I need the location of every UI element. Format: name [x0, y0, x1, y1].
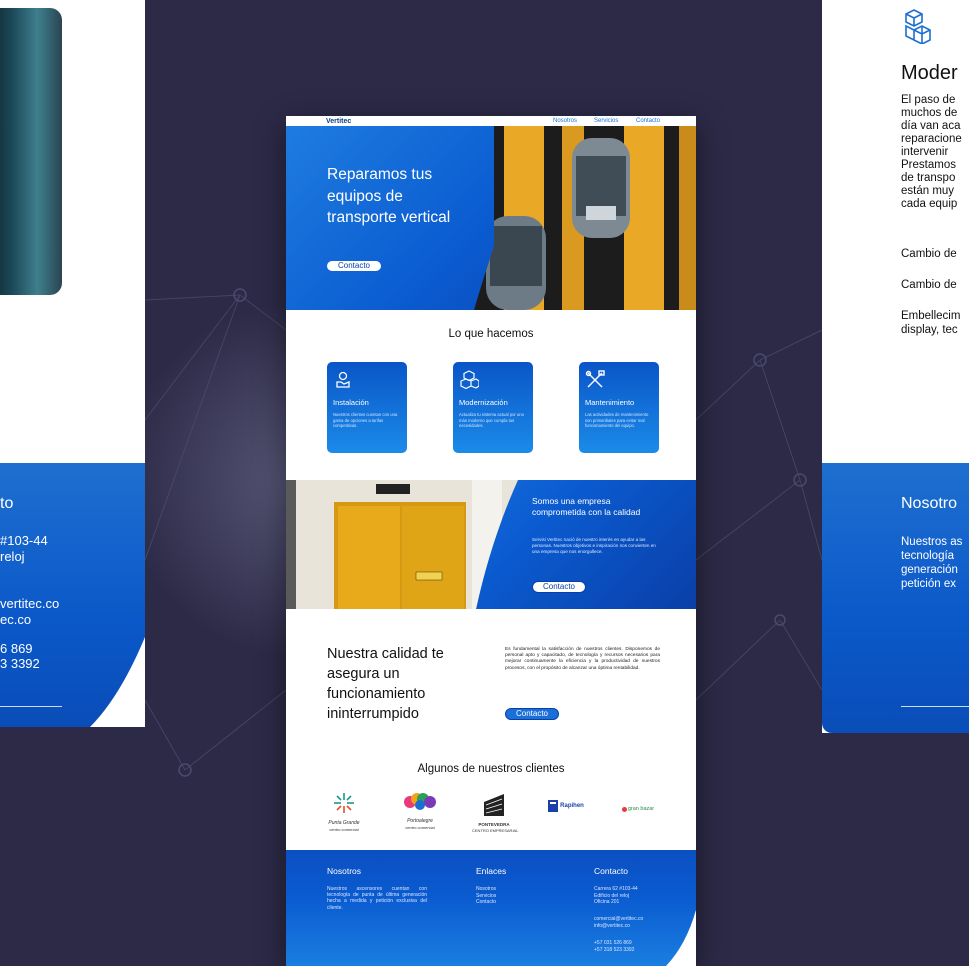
right-preview-paragraph-line: están muy [901, 185, 955, 197]
quality-title: Nuestra calidad te asegura un funcionami… [327, 646, 444, 722]
hero-elevator-image [474, 126, 696, 310]
right-preview-paragraph-line: día van aca [901, 120, 961, 132]
footer-phone-2: +57 318 523 3392 [594, 946, 635, 953]
client-name: Portoalegre [407, 818, 433, 824]
right-preview-footer-line: generación [901, 564, 958, 576]
left-preview-heading: to [0, 495, 14, 512]
footer-link-contacto[interactable]: Contacto [476, 899, 496, 905]
right-preview-item-4: display, tec [901, 324, 958, 336]
sunburst-icon [334, 793, 354, 813]
footer-address-2: Edificio del reloj [594, 892, 630, 899]
right-preview-paragraph-line: cada equip [901, 198, 958, 210]
rapihen-mark-icon [548, 800, 559, 812]
nav-link-contacto[interactable]: Contacto [636, 118, 660, 124]
service-card-modernizacion[interactable]: Modernización Actualiza tu sistema actua… [453, 362, 533, 453]
card-description: Actualiza tu sistema actual por uno más … [459, 412, 524, 429]
footer-email-1[interactable]: comercial@vertitec.co [594, 916, 643, 922]
right-preview-footer-heading: Nosotro [901, 495, 958, 512]
left-preview-photo [0, 8, 62, 295]
client-subtitle: CENTRO EMPRESARIAL [472, 828, 519, 833]
site-footer: Nosotros Nuestros ascensores cuentan con… [286, 850, 696, 966]
footer-about-heading: Nosotros [327, 866, 362, 876]
footer-curve-decoration [90, 637, 145, 727]
services-title: Lo que hacemos [448, 328, 534, 340]
website-mockup: Vertitec Nosotros Servicios Contacto Rep… [286, 116, 696, 966]
footer-contact-heading: Contacto [594, 866, 629, 876]
boxes-icon [905, 9, 931, 44]
card-title: Mantenimiento [585, 398, 635, 407]
card-description: Nuestros clientes cuentan con una gama d… [333, 412, 398, 429]
right-preview-footer-line: tecnología [901, 550, 955, 562]
right-preview-heading: Moder [901, 62, 958, 84]
right-preview-item-3: Embellecim [901, 310, 961, 322]
right-preview-footer-line: petición ex [901, 578, 956, 590]
elevator-doors-image [286, 480, 518, 609]
right-preview-paragraph-line: El paso de [901, 94, 956, 106]
footer-address-1: Carrera 62 #103-44 [594, 886, 638, 892]
bazar-dot-icon [621, 806, 627, 812]
flower-icon [404, 793, 436, 810]
client-name: Punta Grande [328, 820, 360, 826]
right-preview-paragraph-line: reparacione [901, 133, 962, 145]
nav-link-servicios[interactable]: Servicios [594, 118, 618, 124]
client-subtitle: centro comercial [405, 825, 435, 830]
client-name: Rapihen [560, 803, 584, 809]
left-preview-address-1: #103-44 [0, 533, 48, 548]
boxes-icon [460, 370, 479, 390]
card-title: Instalación [333, 398, 369, 407]
right-preview-paragraph-line: Prestamos [901, 159, 956, 171]
clients-title: Algunos de nuestros clientes [417, 763, 565, 775]
left-preview-phone-2: 3 3392 [0, 656, 40, 671]
footer-address-3: Oficina 201 [594, 899, 620, 905]
quality-contact-button[interactable]: Contacto [505, 708, 559, 720]
company-text: Servisi Vertitec nació de nuestro interé… [532, 537, 656, 555]
right-preview-footer-line: Nuestros as [901, 536, 963, 548]
footer-about-text: Nuestros ascensores cuentan con tecnolog… [327, 886, 427, 911]
building-icon [484, 794, 504, 816]
client-subtitle: centro comercial [329, 827, 359, 832]
left-preview-address-2: reloj [0, 549, 25, 564]
right-preview-divider [901, 706, 969, 707]
hero-contact-button[interactable]: Contacto [327, 261, 381, 271]
logo[interactable]: Vertitec [326, 118, 351, 125]
service-card-mantenimiento[interactable]: Mantenimiento Las actividades de manteni… [579, 362, 659, 453]
client-name: gran bazar [627, 806, 655, 812]
left-preview-phone-1: 6 869 [0, 641, 33, 656]
company-contact-button[interactable]: Contacto [532, 581, 586, 593]
footer-link-servicios[interactable]: Servicios [476, 893, 496, 899]
footer-email-2[interactable]: info@vertitec.co [594, 923, 630, 929]
right-preview-paragraph-line: muchos de [901, 107, 958, 119]
client-logo-portoalegre: Portoalegre centro comercial [398, 792, 442, 830]
right-page-preview: Moder El paso de muchos de día van aca repa… [822, 0, 969, 733]
footer-link-nosotros[interactable]: Nosotros [476, 886, 496, 892]
client-logo-pontevedra: PONTEVEDRA CENTRO EMPRESARIAL [472, 792, 519, 833]
client-logo-rapihen: Rapihen [544, 800, 588, 812]
quality-text: Es fundamental la satisfacción de nuestr… [505, 647, 660, 671]
footer-links-heading: Enlaces [476, 866, 507, 876]
card-title: Modernización [459, 398, 508, 407]
nav-link-nosotros[interactable]: Nosotros [553, 118, 577, 124]
client-name: PONTEVEDRA [478, 822, 510, 827]
right-preview-footer-text: Nuestros as tecnología generación petición … [901, 535, 962, 591]
service-card-instalacion[interactable]: Instalación Nuestros clientes cuentan co… [327, 362, 407, 453]
left-preview-divider [0, 706, 62, 707]
client-logo-gran-bazar: gran bazar [616, 806, 660, 812]
right-preview-footer: Nosotro Nuestros as tecnología generación p… [822, 463, 969, 733]
hero-title: Reparamos tus equipos de transporte vert… [327, 166, 451, 226]
right-preview-paragraph-line: intervenir [901, 146, 949, 158]
right-preview-paragraph: El paso de muchos de día van aca reparacion… [901, 94, 962, 211]
footer-phone-1: +57 031 526 869 [594, 940, 632, 946]
left-page-preview: to #103-44 reloj vertitec.co ec.co 6 869… [0, 0, 145, 727]
right-preview-item-2: Cambio de [901, 279, 957, 291]
card-description: Las actividades de mantenimiento son pri… [585, 412, 649, 429]
tools-icon [585, 370, 605, 388]
left-preview-email-1: vertitec.co [0, 596, 60, 611]
right-preview-paragraph-line: de transpo [901, 172, 956, 184]
left-preview-footer: to #103-44 reloj vertitec.co ec.co 6 869… [0, 463, 145, 727]
right-preview-item-1: Cambio de [901, 248, 957, 260]
left-preview-email-2: ec.co [0, 612, 32, 627]
hand-gear-icon [336, 371, 350, 388]
client-logo-punta-grande: Punta Grande centro comercial [324, 792, 364, 832]
company-title: Somos una empresa comprometida con la ca… [532, 496, 641, 517]
